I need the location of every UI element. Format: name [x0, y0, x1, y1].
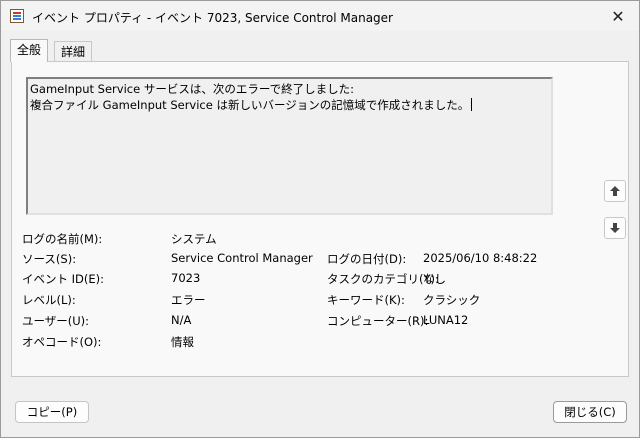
task-category-value[interactable]: なし	[423, 271, 446, 287]
next-event-button[interactable]	[604, 217, 626, 239]
computer-value[interactable]: LUNA12	[423, 313, 468, 327]
level-value[interactable]: エラー	[171, 292, 206, 308]
tab-general[interactable]: 全般	[10, 39, 49, 62]
event-id-label: イベント ID(E):	[22, 272, 105, 286]
event-id-value[interactable]: 7023	[171, 271, 200, 285]
opcode-value[interactable]: 情報	[171, 334, 194, 350]
close-button[interactable]: 閉じる(C)	[553, 401, 627, 423]
user-label: ユーザー(U):	[22, 314, 90, 328]
log-name-value[interactable]: システム	[171, 231, 217, 247]
arrow-up-icon	[610, 186, 620, 196]
opcode-label: オペコード(O):	[22, 335, 102, 349]
tab-details[interactable]: 詳細	[54, 41, 93, 61]
close-icon: ✕	[611, 6, 625, 26]
keywords-label: キーワード(K):	[327, 293, 405, 307]
computer-label: コンピューター(R):	[327, 314, 429, 328]
logged-label: ログの日付(D):	[327, 252, 407, 266]
event-viewer-icon	[10, 9, 24, 23]
previous-event-button[interactable]	[604, 180, 626, 202]
level-label: レベル(L):	[22, 293, 76, 307]
arrow-down-icon	[610, 223, 620, 233]
source-value[interactable]: Service Control Manager	[171, 251, 313, 265]
copy-button[interactable]: コピー(P)	[15, 401, 89, 423]
message-line-2: 複合ファイル GameInput Service は新しいバージョンの記憶域で作…	[30, 98, 470, 112]
event-properties-window: イベント プロパティ - イベント 7023, Service Control …	[0, 0, 640, 438]
user-value[interactable]: N/A	[171, 313, 191, 327]
message-line-1: GameInput Service サービスは、次のエラーで終了しました:	[30, 82, 355, 96]
text-caret	[471, 98, 473, 111]
window-title: イベント プロパティ - イベント 7023, Service Control …	[32, 11, 393, 25]
keywords-value[interactable]: クラシック	[423, 292, 480, 308]
log-name-label: ログの名前(M):	[22, 232, 103, 246]
logged-value[interactable]: 2025/06/10 8:48:22	[423, 251, 537, 265]
title-bar[interactable]: イベント プロパティ - イベント 7023, Service Control …	[1, 1, 639, 31]
source-label: ソース(S):	[22, 252, 77, 266]
event-message-textbox[interactable]: GameInput Service サービスは、次のエラーで終了しました: 複合…	[26, 77, 553, 215]
close-window-button[interactable]: ✕	[603, 5, 633, 27]
